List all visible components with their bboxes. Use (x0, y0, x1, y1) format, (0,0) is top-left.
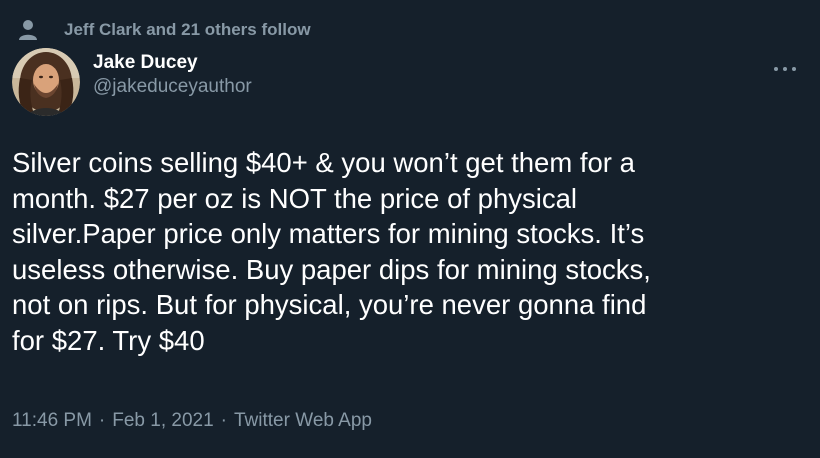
meta-separator: · (98, 410, 106, 431)
handle[interactable]: @jakeduceyauthor (93, 75, 252, 99)
tweet-source[interactable]: Twitter Web App (234, 410, 372, 432)
tweet-text: Silver coins selling $40+ & you won’t ge… (12, 147, 651, 356)
more-options-button[interactable] (774, 62, 796, 76)
social-context-text: Jeff Clark and 21 others follow (64, 20, 311, 39)
avatar[interactable] (12, 48, 80, 116)
social-context[interactable]: Jeff Clark and 21 others follow (18, 18, 311, 42)
tweet-meta: 11:46 PM · Feb 1, 2021 · Twitter Web App (12, 410, 372, 432)
person-icon (19, 20, 37, 40)
more-horizontal-icon (774, 67, 778, 71)
avatar-image (12, 48, 80, 116)
tweet-time[interactable]: 11:46 PM (12, 410, 92, 432)
author-names: Jake Ducey @jakeduceyauthor (93, 51, 252, 99)
meta-separator: · (220, 410, 227, 431)
tweet-date[interactable]: Feb 1, 2021 (112, 410, 213, 432)
tweet-card: Jeff Clark and 21 others follow Jake Duc… (0, 0, 820, 458)
more-horizontal-icon-dot (783, 67, 787, 71)
display-name[interactable]: Jake Ducey (93, 51, 252, 75)
more-horizontal-icon-dot (792, 67, 796, 71)
author-row[interactable]: Jake Ducey @jakeduceyauthor (12, 48, 252, 116)
